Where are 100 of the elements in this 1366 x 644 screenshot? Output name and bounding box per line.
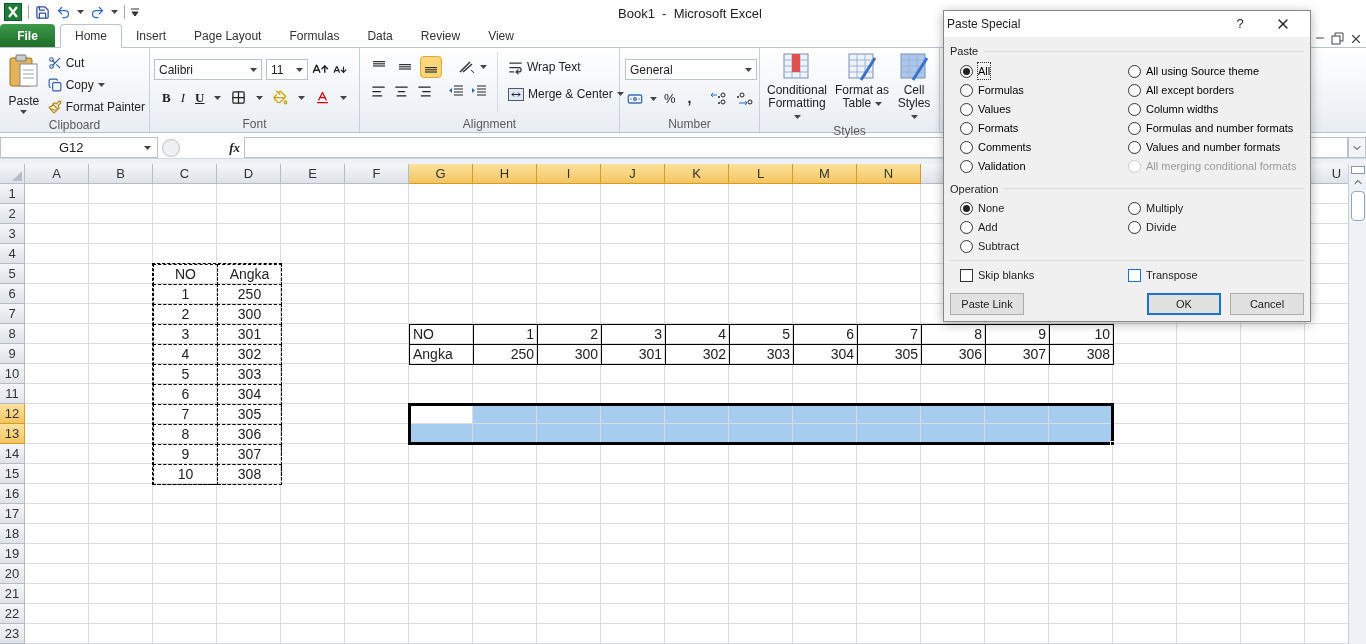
table-cell: 301 (217, 324, 282, 345)
option-label: None (978, 201, 1005, 217)
table-cell: 306 (217, 424, 282, 445)
table-cell: 307 (217, 444, 282, 465)
row-header[interactable]: 14 (0, 444, 25, 464)
styles-button[interactable]: Conditional Formatting (764, 52, 830, 123)
column-header[interactable]: K (665, 164, 729, 184)
paste-button[interactable]: Paste (4, 52, 44, 114)
table-cell: NO (153, 264, 218, 285)
ribbon-tab[interactable]: View (474, 24, 528, 48)
ribbon-tab[interactable]: Home (60, 24, 122, 48)
format-painter-button[interactable]: Format Painter (47, 97, 145, 117)
merge-center-button[interactable]: Merge & Center (508, 85, 624, 103)
column-header[interactable]: D (217, 164, 281, 184)
row-header[interactable]: 1 (0, 184, 25, 204)
table-cell: 7 (153, 404, 218, 425)
row-header[interactable]: 10 (0, 364, 25, 384)
styles-button[interactable]: Cell Styles (894, 52, 934, 123)
option-label: Comments (978, 139, 1032, 155)
option-label: All (978, 62, 991, 80)
row-header[interactable]: 18 (0, 524, 25, 544)
table-cell: 303 (217, 364, 282, 385)
row-header[interactable]: 11 (0, 384, 25, 404)
column-header[interactable]: F (345, 164, 409, 184)
help-button[interactable]: ? (1225, 14, 1255, 34)
cut-button[interactable]: Cut (47, 53, 145, 73)
row-header[interactable]: 3 (0, 224, 25, 244)
wrap-text-button[interactable]: Wrap Text (508, 58, 624, 76)
file-tab[interactable]: File (0, 24, 55, 47)
column-header[interactable]: E (281, 164, 345, 184)
bold-button[interactable]: B (162, 88, 171, 108)
row-header[interactable]: 19 (0, 544, 25, 564)
ribbon-tab[interactable]: Formulas (275, 24, 354, 48)
dialog-title: Paste Special (947, 16, 1022, 33)
group-label: Number (668, 116, 711, 133)
table-cell: 4 (153, 344, 218, 365)
row-header[interactable]: 17 (0, 504, 25, 524)
dialog-button[interactable]: Paste Link (950, 293, 1024, 315)
column-header[interactable]: B (89, 164, 153, 184)
row-header[interactable]: 12 (0, 404, 25, 424)
row-header[interactable]: 6 (0, 284, 25, 304)
table-cell: 6 (153, 384, 218, 405)
option-label: Values (978, 101, 1011, 117)
ribbon-tab[interactable]: Page Layout (180, 24, 276, 48)
column-header[interactable]: J (601, 164, 665, 184)
column-header[interactable]: M (793, 164, 857, 184)
italic-button[interactable]: I (180, 88, 185, 108)
underline-button[interactable]: U (195, 88, 205, 108)
row-header[interactable]: 15 (0, 464, 25, 484)
table-cell: 304 (217, 384, 282, 405)
dialog-button[interactable]: OK (1147, 293, 1221, 315)
option-label: Subtract (978, 239, 1019, 255)
table-cell: 1 (153, 284, 218, 305)
column-header[interactable]: G (409, 164, 473, 184)
ribbon-tab[interactable]: Review (406, 24, 475, 48)
column-header[interactable]: C (153, 164, 217, 184)
row-header[interactable]: 23 (0, 624, 25, 644)
option-label: Add (978, 220, 998, 236)
copy-button[interactable]: Copy (47, 75, 145, 95)
group-label: Styles (833, 123, 866, 140)
option-label: Formulas (978, 82, 1024, 98)
table-cell: 2 (153, 304, 218, 325)
option-label: Values and number formats (1146, 139, 1281, 155)
table-cell: 10 (153, 464, 218, 485)
row-header[interactable]: 22 (0, 604, 25, 624)
ribbon-tab[interactable]: Data (353, 24, 407, 48)
name-box[interactable]: G12 (0, 137, 158, 158)
row-header[interactable]: 13 (0, 424, 25, 444)
window-title: Book1 - Microsoft Excel (618, 5, 762, 23)
font-size-field[interactable]: 11 (266, 59, 308, 80)
row-header[interactable]: 4 (0, 244, 25, 264)
row-header[interactable]: 2 (0, 204, 25, 224)
font-name-field[interactable]: Calibri (154, 59, 262, 80)
column-header[interactable]: H (473, 164, 537, 184)
table-cell: Angka (409, 344, 474, 365)
column-header[interactable]: A (25, 164, 89, 184)
row-header[interactable]: 21 (0, 584, 25, 604)
row-header[interactable]: 20 (0, 564, 25, 584)
function-button[interactable]: fx (229, 137, 240, 158)
styles-button[interactable]: Format as Table (834, 52, 890, 110)
ribbon-tab[interactable]: Insert (122, 24, 181, 48)
table-cell: 308 (217, 464, 282, 485)
option-label: Formulas and number formats (1146, 120, 1294, 136)
option-label: Formats (978, 120, 1019, 136)
number-format-field[interactable]: General (625, 59, 757, 80)
row-header[interactable]: 5 (0, 264, 25, 284)
column-header[interactable]: I (537, 164, 601, 184)
table-cell: 305 (217, 404, 282, 425)
table-cell: 308 (1049, 344, 1114, 365)
option-label: Transpose (1146, 268, 1198, 284)
row-header[interactable]: 16 (0, 484, 25, 504)
percent-button[interactable]: % (664, 88, 676, 109)
row-header[interactable]: 7 (0, 304, 25, 324)
column-header[interactable]: L (729, 164, 793, 184)
table-cell: 8 (153, 424, 218, 445)
row-header[interactable]: 9 (0, 344, 25, 364)
dialog-button[interactable]: Cancel (1230, 293, 1304, 315)
column-header[interactable]: N (857, 164, 921, 184)
row-header[interactable]: 8 (0, 324, 25, 344)
comma-style-button[interactable]: , (682, 88, 697, 109)
